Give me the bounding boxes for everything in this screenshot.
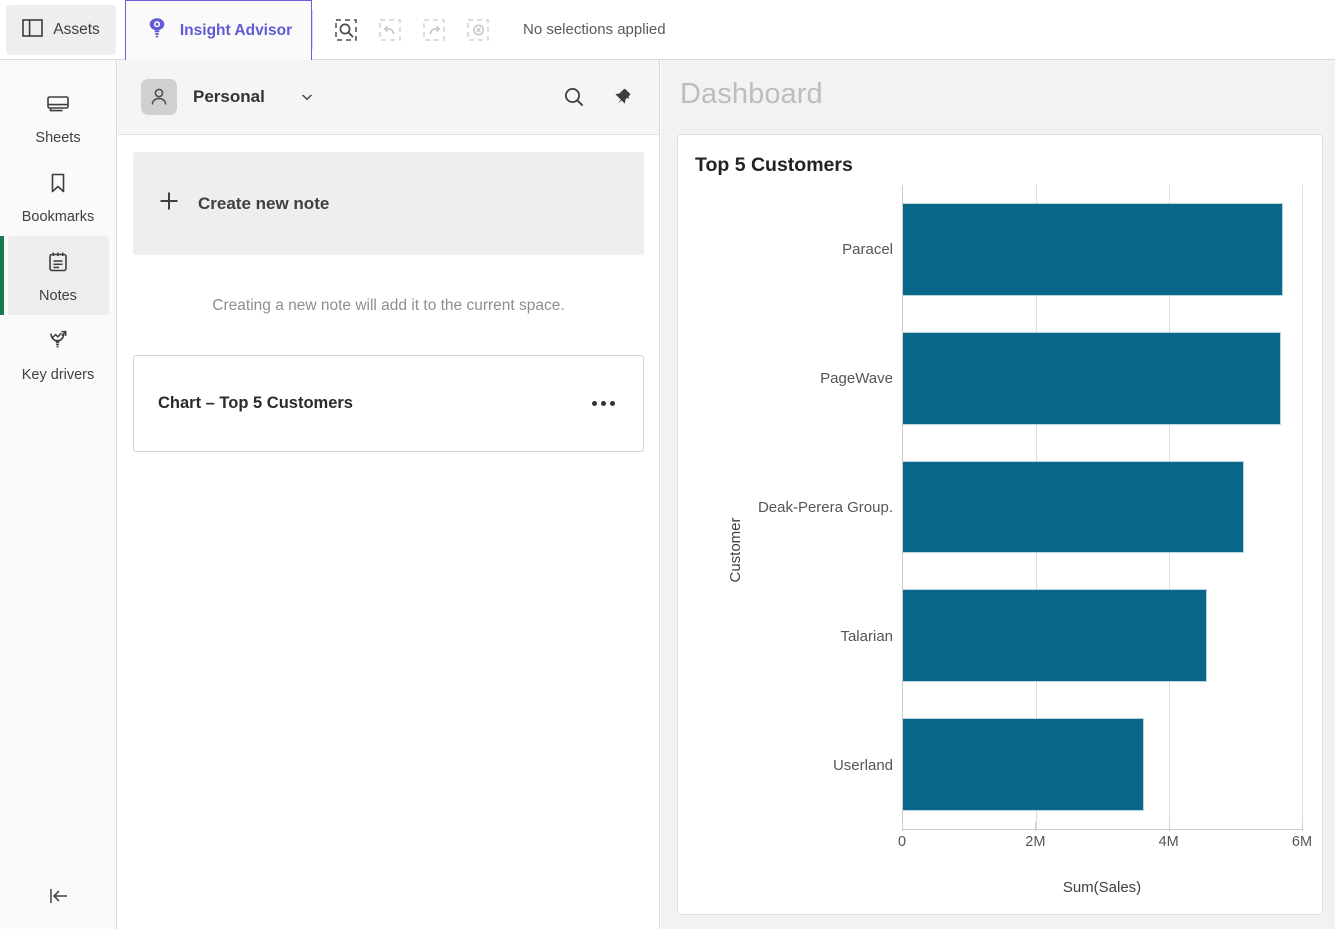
selections-search-icon[interactable] [333,17,359,43]
bar-userland[interactable] [903,718,1144,811]
left-rail: Sheets Bookmarks [0,60,117,929]
notes-icon [46,250,70,279]
collapse-panel-icon[interactable] [0,863,117,929]
bar-row [903,185,1302,314]
y-axis-tick-label: PageWave [718,314,901,443]
top-bar: Assets Insight Advisor [0,0,1335,60]
space-name-label: Personal [193,87,265,107]
x-axis-tick-label: 6M [1292,834,1312,850]
bar-row [903,700,1302,829]
page-title: Dashboard [661,60,1335,111]
tab-assets-label: Assets [53,21,100,39]
bar-row [903,314,1302,443]
y-axis-tick-label: Paracel [718,185,901,314]
create-new-note-label: Create new note [198,194,329,214]
x-axis-ticks: 02M4M6M [902,831,1302,859]
search-icon[interactable] [559,82,589,112]
sidebar-item-sheets-label: Sheets [35,130,80,146]
gridline [1302,185,1303,829]
bar-paracel[interactable] [903,203,1283,296]
key-drivers-bulb-icon [45,329,71,358]
create-new-note-button[interactable]: Create new note [133,152,644,255]
chart-plot-area: Customer ParacelPageWaveDeak-Perera Grou… [678,185,1322,914]
y-axis-tick-label: Deak-Perera Group. [718,443,901,572]
y-axis-tick-labels: ParacelPageWaveDeak-Perera Group.Talaria… [718,185,901,830]
sidebar-item-key-drivers-label: Key drivers [22,367,95,383]
notes-panel-header: Personal [118,60,659,135]
tab-insight-advisor-label: Insight Advisor [180,22,292,40]
sidebar-item-notes[interactable]: Notes [8,236,109,315]
selection-status-text: No selections applied [523,21,666,38]
x-axis-title: Sum(Sales) [902,879,1302,896]
plus-icon [158,190,180,217]
sidebar-item-notes-label: Notes [39,288,77,304]
bar-deak-perera-group[interactable] [903,461,1244,554]
sidebar-item-bookmarks[interactable]: Bookmarks [8,157,109,236]
notes-hint-text: Creating a new note will add it to the c… [133,297,644,315]
bar-pagewave[interactable] [903,332,1281,425]
bar-row [903,571,1302,700]
bar-series [903,185,1302,829]
note-list-item[interactable]: Chart – Top 5 Customers [133,355,644,452]
undo-selection-icon[interactable] [377,17,403,43]
sidebar-item-sheets[interactable]: Sheets [8,78,109,157]
bookmark-icon [47,171,69,200]
clear-selections-icon[interactable] [465,17,491,43]
x-axis-tick-mark [1169,822,1170,831]
pin-icon[interactable] [607,82,637,112]
bar-plot [902,185,1302,830]
chart-title: Top 5 Customers [678,135,1322,177]
notes-panel: Personal [118,60,660,929]
tab-insight-advisor[interactable]: Insight Advisor [125,0,312,60]
x-axis-tick-label: 0 [898,834,906,850]
x-axis-tick-label: 4M [1159,834,1179,850]
selection-toolbar: No selections applied [313,0,666,59]
sheets-icon [45,92,71,121]
dashboard-area: Dashboard Top 5 Customers Customer Parac… [661,60,1335,929]
bar-talarian[interactable] [903,589,1207,682]
bar-row [903,443,1302,572]
kebab-menu-icon[interactable] [586,395,621,412]
tab-assets[interactable]: Assets [6,5,116,55]
y-axis-tick-label: Userland [718,701,901,830]
sidebar-item-key-drivers[interactable]: Key drivers [8,315,109,394]
x-axis-tick-mark [902,822,903,831]
x-axis-tick-label: 2M [1025,834,1045,850]
notes-panel-body: Create new note Creating a new note will… [118,135,659,452]
note-title: Chart – Top 5 Customers [158,394,586,413]
x-axis-tick-mark [1035,822,1036,831]
chart-card[interactable]: Top 5 Customers Customer ParacelPageWave… [677,134,1323,915]
chevron-down-icon[interactable] [299,89,315,105]
person-avatar-icon[interactable] [141,79,177,115]
insight-advisor-bulb-icon [145,16,169,45]
app-root: Assets Insight Advisor [0,0,1335,929]
redo-selection-icon[interactable] [421,17,447,43]
x-axis-tick-mark [1302,822,1303,831]
sidebar-item-bookmarks-label: Bookmarks [22,209,95,225]
panel-layout-icon [22,19,43,42]
y-axis-tick-label: Talarian [718,572,901,701]
